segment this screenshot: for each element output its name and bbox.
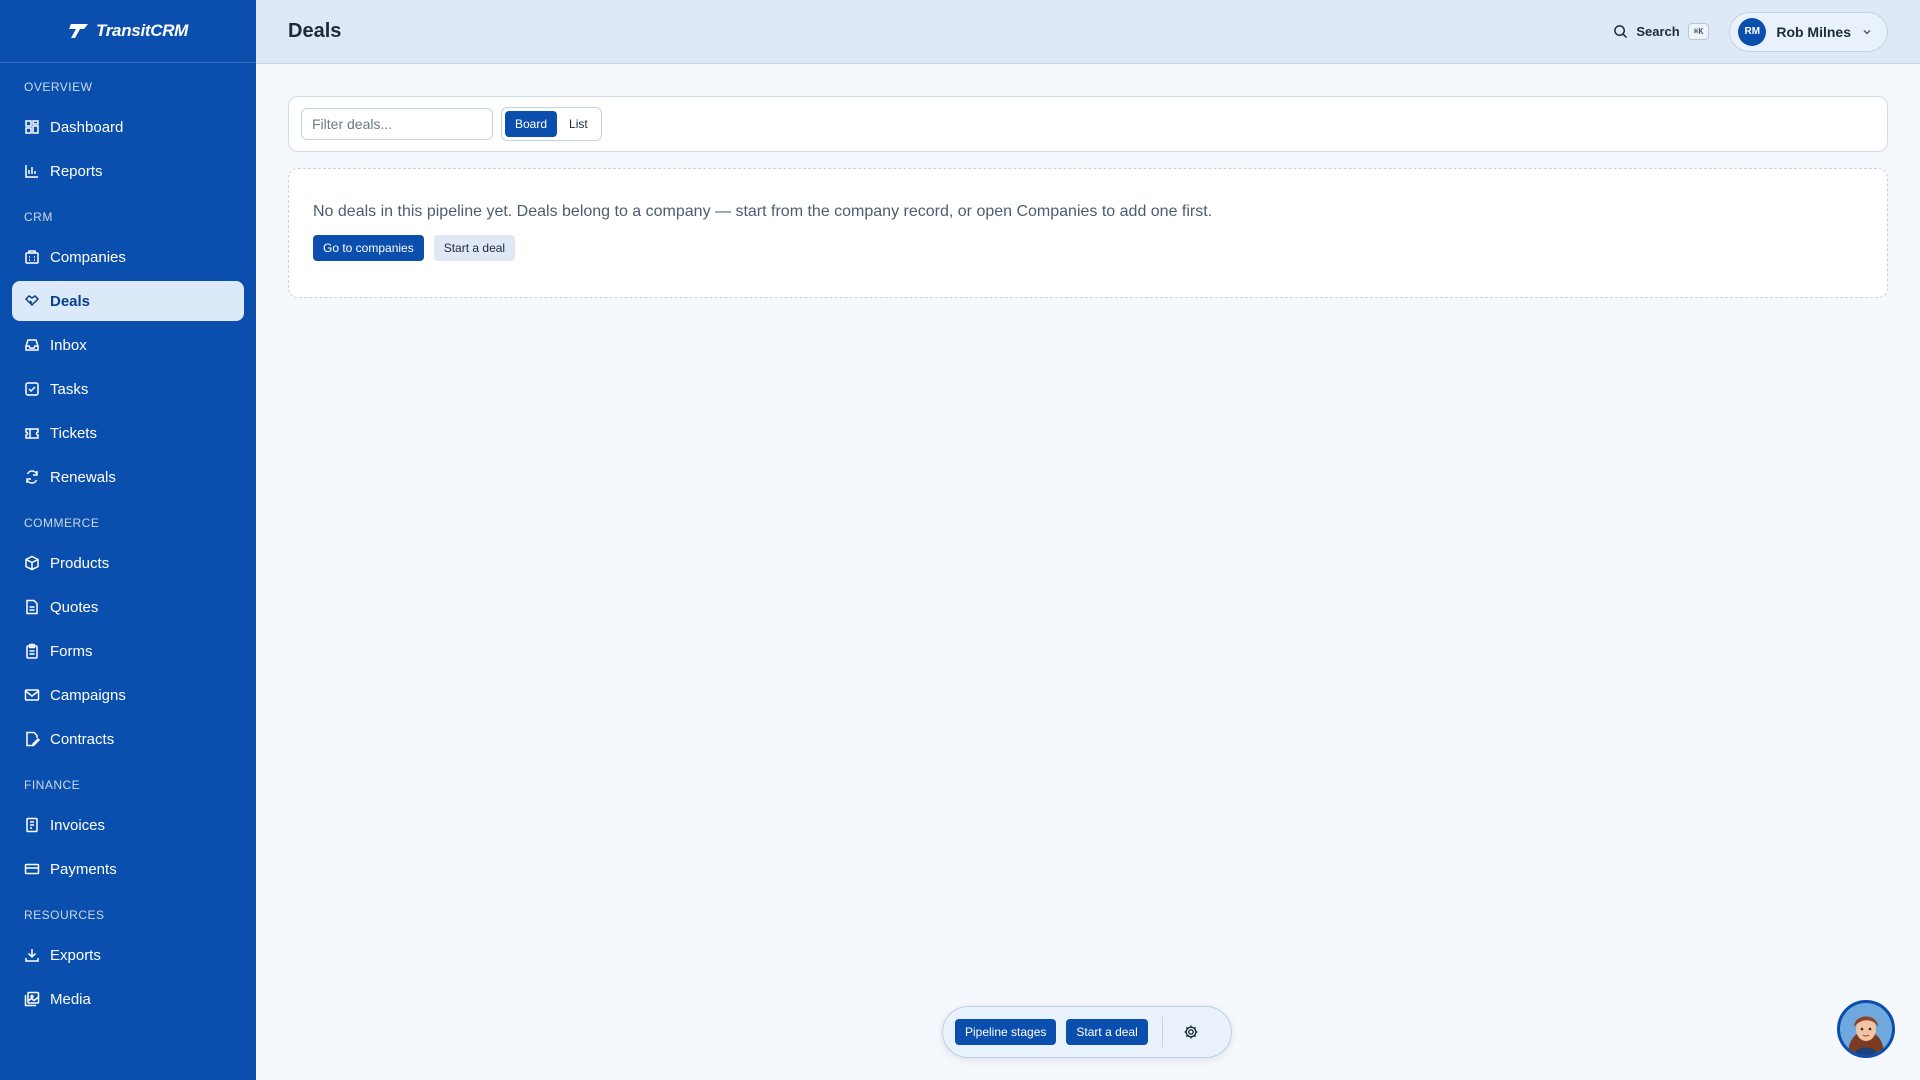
sidebar-item-reports[interactable]: Reports <box>12 151 244 191</box>
filter-deals-input[interactable] <box>301 108 493 140</box>
empty-state: No deals in this pipeline yet. Deals bel… <box>288 168 1888 298</box>
box-icon <box>25 555 39 571</box>
empty-state-message: No deals in this pipeline yet. Deals bel… <box>313 203 1213 220</box>
brand-logo[interactable]: TransitCRM <box>0 0 256 63</box>
nav-section-crm: CRM Companies Deals Inbox Tasks Tickets … <box>0 207 256 497</box>
nav-section-resources: RESOURCES Exports Media <box>0 905 256 1019</box>
image-icon <box>24 991 40 1007</box>
sidebar-item-label: Media <box>50 990 91 1008</box>
ticket-icon <box>25 428 39 439</box>
nav-section-overview: OVERVIEW Dashboard Reports <box>0 77 256 191</box>
sidebar-item-forms[interactable]: Forms <box>12 631 244 671</box>
sidebar-item-contracts[interactable]: Contracts <box>12 719 244 759</box>
nav-section-finance: FINANCE Invoices Payments <box>0 775 256 889</box>
sidebar-item-products[interactable]: Products <box>12 543 244 583</box>
deals-toolbar: Board List <box>288 96 1888 152</box>
pipeline-stages-button[interactable]: Pipeline stages <box>955 1019 1057 1045</box>
sidebar-item-companies[interactable]: Companies <box>12 237 244 277</box>
bar-chart-icon <box>25 165 38 178</box>
search-icon <box>1614 25 1628 39</box>
header-actions: Search ⌘K RM Rob Milnes <box>1613 11 1888 52</box>
sidebar-item-label: Deals <box>50 292 91 310</box>
sidebar-item-media[interactable]: Media <box>12 979 244 1019</box>
sidebar-item-label: Forms <box>50 642 93 660</box>
search-shortcut: ⌘K <box>1687 23 1710 40</box>
sidebar-item-tasks[interactable]: Tasks <box>12 369 244 409</box>
view-toggle: Board List <box>501 107 602 141</box>
sidebar-item-label: Tickets <box>50 424 97 442</box>
view-list-button[interactable]: List <box>559 111 598 137</box>
sidebar-item-deals[interactable]: Deals <box>12 281 244 321</box>
grid-icon <box>25 120 39 134</box>
search-label: Search <box>1636 24 1680 39</box>
sidebar-item-label: Invoices <box>50 816 106 834</box>
gear-icon[interactable] <box>1183 1024 1199 1040</box>
sidebar-item-label: Quotes <box>50 598 99 616</box>
floating-action-bar: Pipeline stages Start a deal <box>942 1006 1232 1058</box>
sidebar-item-dashboard[interactable]: Dashboard <box>12 107 244 147</box>
invoice-icon <box>26 817 38 833</box>
sidebar-item-label: Payments <box>50 860 117 878</box>
avatar: RM <box>1738 17 1767 46</box>
credit-card-icon <box>24 863 40 875</box>
handshake-icon <box>24 295 40 307</box>
empty-state-actions: Go to companies Start a deal <box>313 235 1863 261</box>
view-board-button[interactable]: Board <box>505 111 558 137</box>
mail-icon <box>24 689 40 701</box>
sidebar-item-label: Dashboard <box>50 118 124 136</box>
section-label: COMMERCE <box>24 516 100 530</box>
sidebar-item-label: Renewals <box>50 468 116 486</box>
sidebar-item-payments[interactable]: Payments <box>12 849 244 889</box>
checkbox-icon <box>25 382 39 396</box>
user-menu-button[interactable]: RM Rob Milnes <box>1729 11 1888 52</box>
sidebar: TransitCRM OVERVIEW Dashboard Reports CR… <box>0 0 256 1080</box>
sidebar-item-invoices[interactable]: Invoices <box>12 805 244 845</box>
divider <box>1161 1017 1163 1047</box>
sidebar-item-label: Inbox <box>50 336 87 354</box>
sidebar-item-label: Products <box>50 554 110 572</box>
building-icon <box>25 250 39 264</box>
sidebar-item-exports[interactable]: Exports <box>12 935 244 975</box>
brand-name: TransitCRM <box>95 21 189 40</box>
sidebar-item-quotes[interactable]: Quotes <box>12 587 244 627</box>
document-icon <box>26 599 38 615</box>
sidebar-item-label: Companies <box>50 248 126 266</box>
inbox-icon <box>25 339 39 351</box>
transit-logo-icon <box>68 24 88 38</box>
sidebar-item-tickets[interactable]: Tickets <box>12 413 244 453</box>
sidebar-item-inbox[interactable]: Inbox <box>12 325 244 365</box>
contract-icon <box>26 731 40 747</box>
page-title: Deals <box>288 20 342 42</box>
download-icon <box>25 949 39 962</box>
go-to-companies-button[interactable]: Go to companies <box>313 235 424 261</box>
chevron-down-icon <box>1863 29 1871 35</box>
sidebar-item-label: Tasks <box>50 380 89 398</box>
refresh-icon <box>26 470 38 484</box>
section-label: CRM <box>24 210 53 224</box>
user-name: Rob Milnes <box>1776 23 1851 40</box>
sidebar-item-label: Contracts <box>50 730 115 748</box>
section-label: FINANCE <box>24 778 81 792</box>
sidebar-item-renewals[interactable]: Renewals <box>12 457 244 497</box>
sidebar-item-label: Campaigns <box>50 686 126 704</box>
section-label: RESOURCES <box>24 908 105 922</box>
nav-section-commerce: COMMERCE Products Quotes Forms Campaigns… <box>0 513 256 759</box>
assistant-portrait-icon <box>1840 1003 1892 1055</box>
sidebar-item-label: Exports <box>50 946 101 964</box>
start-deal-button[interactable]: Start a deal <box>433 235 516 261</box>
float-start-deal-button[interactable]: Start a deal <box>1066 1019 1148 1045</box>
assistant-avatar-button[interactable] <box>1837 1000 1895 1058</box>
top-header: Deals Search ⌘K RM Rob Milnes <box>256 0 1920 64</box>
search-button[interactable]: Search ⌘K <box>1613 23 1710 40</box>
section-label: OVERVIEW <box>24 80 93 94</box>
sidebar-item-label: Reports <box>50 162 103 180</box>
sidebar-item-campaigns[interactable]: Campaigns <box>12 675 244 715</box>
clipboard-icon <box>26 643 38 659</box>
